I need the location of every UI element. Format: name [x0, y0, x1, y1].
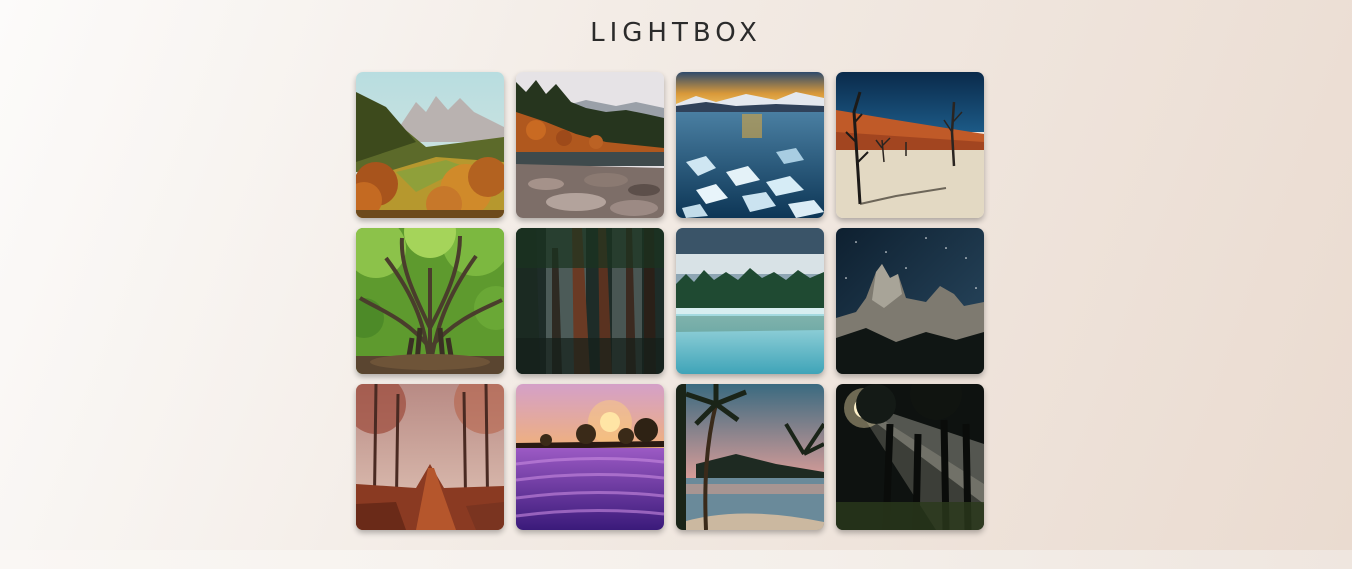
- dead-trees-red-dunes-image: [836, 72, 984, 218]
- gallery-thumbnail-autumn-forest-path[interactable]: [356, 384, 504, 530]
- misty-lake-forest-image: [676, 228, 824, 374]
- forest-sun-rays-image: [836, 384, 984, 530]
- redwood-forest-image: [516, 228, 664, 374]
- gallery-thumbnail-rocky-lakeshore-forest[interactable]: [516, 72, 664, 218]
- autumn-mountain-valley-image: [356, 72, 504, 218]
- gallery-thumbnail-palm-beach-sunset[interactable]: [676, 384, 824, 530]
- gallery-thumbnail-misty-lake-forest[interactable]: [676, 228, 824, 374]
- banyan-tree-image: [356, 228, 504, 374]
- autumn-forest-path-image: [356, 384, 504, 530]
- rocky-lakeshore-forest-image: [516, 72, 664, 218]
- gallery-thumbnail-autumn-mountain-valley[interactable]: [356, 72, 504, 218]
- lightbox-gallery: [356, 72, 984, 530]
- page-background: LIGHTBOX: [0, 0, 1352, 550]
- lavender-field-sunset-image: [516, 384, 664, 530]
- palm-beach-sunset-image: [676, 384, 824, 530]
- gallery-thumbnail-frozen-lake-sunset[interactable]: [676, 72, 824, 218]
- frozen-lake-sunset-image: [676, 72, 824, 218]
- gallery-thumbnail-forest-sun-rays[interactable]: [836, 384, 984, 530]
- footer-strip: [0, 550, 1352, 569]
- gallery-thumbnail-rock-formation-night-sky[interactable]: [836, 228, 984, 374]
- rock-formation-night-sky-image: [836, 228, 984, 374]
- page-title: LIGHTBOX: [590, 18, 762, 48]
- gallery-thumbnail-dead-trees-red-dunes[interactable]: [836, 72, 984, 218]
- gallery-thumbnail-banyan-tree[interactable]: [356, 228, 504, 374]
- gallery-thumbnail-lavender-field-sunset[interactable]: [516, 384, 664, 530]
- gallery-thumbnail-redwood-forest[interactable]: [516, 228, 664, 374]
